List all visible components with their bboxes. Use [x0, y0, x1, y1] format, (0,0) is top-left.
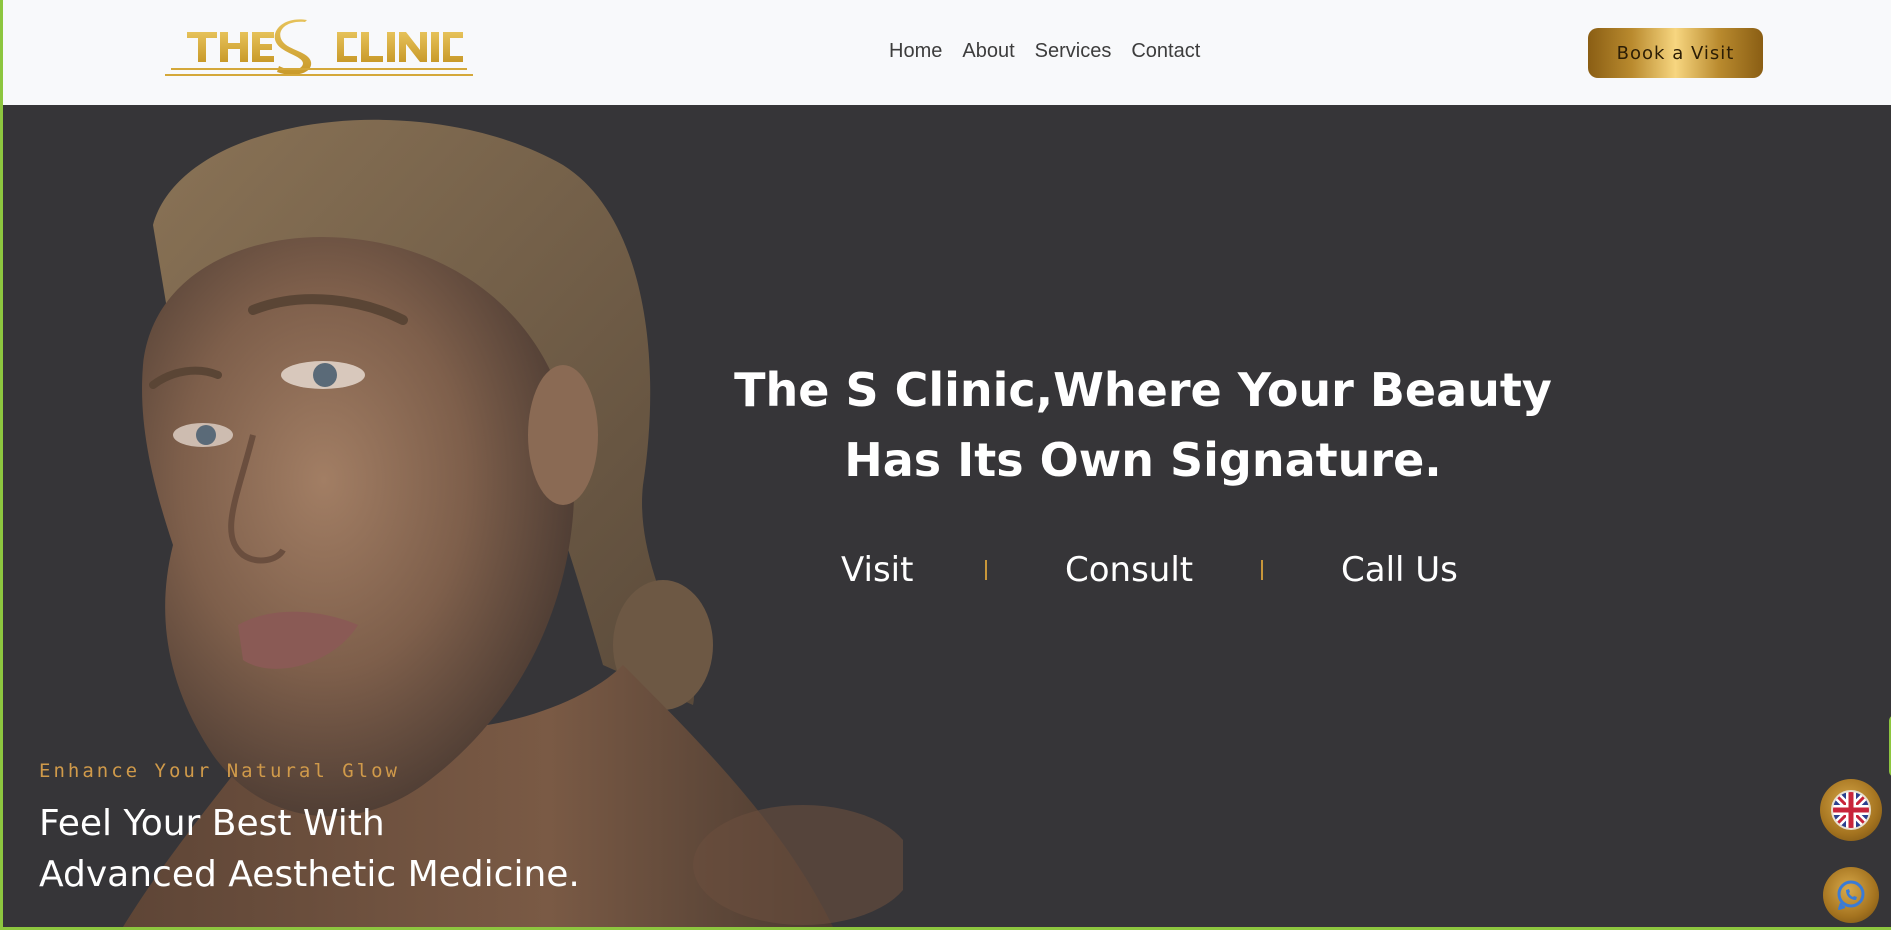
link-divider	[985, 560, 987, 580]
call-us-link[interactable]: Call Us	[1341, 550, 1458, 590]
clinic-logo[interactable]	[165, 18, 473, 84]
hero-headline-line-1: The S Clinic,Where Your Beauty	[734, 363, 1552, 417]
consult-link[interactable]: Consult	[1065, 550, 1193, 590]
site-header: Home About Services Contact Book a Visit	[3, 0, 1891, 105]
hero-action-links: Visit Consult Call Us	[793, 550, 1493, 600]
clinic-logo-mark	[165, 19, 473, 76]
hero-subheading: Feel Your Best With Advanced Aesthetic M…	[39, 798, 580, 900]
book-visit-button[interactable]: Book a Visit	[1588, 28, 1763, 78]
whatsapp-icon	[1837, 880, 1865, 910]
uk-flag-icon	[1831, 790, 1871, 830]
whatsapp-button[interactable]	[1823, 867, 1879, 923]
main-nav: Home About Services Contact	[889, 40, 1200, 63]
visit-link[interactable]: Visit	[841, 550, 913, 590]
language-switch-button[interactable]	[1820, 779, 1882, 841]
hero-tagline: Enhance Your Natural Glow	[39, 760, 400, 782]
nav-services[interactable]: Services	[1035, 40, 1112, 63]
nav-home[interactable]: Home	[889, 40, 942, 63]
link-divider	[1261, 560, 1263, 580]
page: Home About Services Contact Book a Visit	[0, 0, 1891, 930]
hero-subheading-line-1: Feel Your Best With	[39, 803, 385, 844]
nav-contact[interactable]: Contact	[1131, 40, 1200, 63]
hero-subheading-line-2: Advanced Aesthetic Medicine.	[39, 854, 580, 895]
hero-headline-line-2: Has Its Own Signature.	[844, 433, 1442, 487]
nav-about[interactable]: About	[962, 40, 1014, 63]
hero-headline: The S Clinic,Where Your Beauty Has Its O…	[703, 355, 1583, 495]
hero-section: The S Clinic,Where Your Beauty Has Its O…	[3, 105, 1891, 927]
